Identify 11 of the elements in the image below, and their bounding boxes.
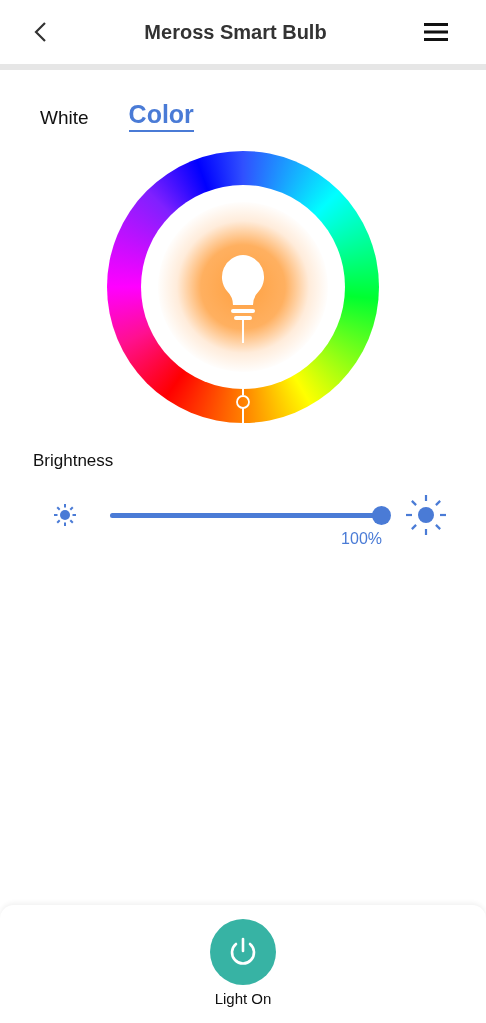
mode-tab[interactable]: Color [128,100,194,132]
power-label: Light On [214,990,272,1007]
menu-icon[interactable] [424,22,448,42]
bulb-icon [219,253,267,343]
slider-thumb[interactable] [372,505,391,525]
bright-sun-icon [404,493,448,537]
brightness-value: 100% [341,529,382,548]
brightness-label: Brightness [32,450,115,471]
back-icon[interactable] [33,21,47,43]
page-title: Meross Smart Bulb [144,20,327,44]
mode-tab[interactable]: White [40,107,89,132]
